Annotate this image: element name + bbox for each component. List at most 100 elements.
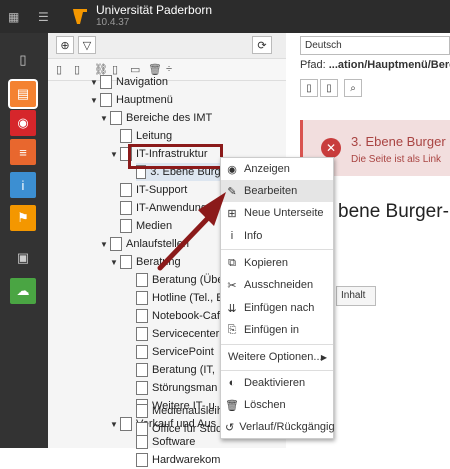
page-tree-icon — [110, 237, 122, 251]
info-icon[interactable]: i — [10, 172, 36, 198]
tree-node[interactable]: ServicePoint — [136, 343, 214, 361]
site-name: Universität Paderborn — [96, 3, 213, 17]
alert-text: Die Seite ist als Link — [351, 154, 442, 165]
tree-node-label: Hardwarekom — [152, 454, 221, 466]
tree-node[interactable]: ▼ Bereiche des IMT — [100, 109, 212, 127]
page-icon[interactable]: ▯ — [10, 47, 36, 73]
selection-highlight-box — [128, 144, 223, 169]
tree-node-label: ServicePoint — [152, 346, 214, 358]
path-value[interactable]: ...ation/Hauptmenü/Bere — [329, 59, 450, 71]
tree-node[interactable]: Servicecenter — [136, 325, 219, 343]
tree-node[interactable]: ▼ Hauptmenü — [90, 91, 173, 109]
tree-node[interactable]: Hardwarekom — [136, 451, 220, 469]
view-page-icon[interactable]: ▯ — [300, 79, 318, 97]
collapse-arrow-icon[interactable]: ▼ — [110, 420, 120, 429]
menu-item-bearbeiten[interactable]: ✎ Bearbeiten — [221, 180, 333, 202]
page-tree-icon — [120, 129, 132, 143]
menu-item-label: Kopieren — [244, 257, 289, 269]
module-list-icon[interactable]: ☰ — [38, 10, 49, 24]
page-tree-icon — [136, 291, 148, 305]
page-tree-icon — [120, 219, 132, 233]
tree-node[interactable]: Hotline (Tel., E — [136, 289, 224, 307]
menu-item-einfuegen-in[interactable]: ⎘ Einfügen in — [221, 319, 333, 341]
menu-item-weitere-optionen[interactable]: Weitere Optionen... ▶ — [221, 346, 333, 368]
menu-item-verlauf[interactable]: ↺ Verlauf/Rückgängig — [221, 416, 335, 438]
tree-node[interactable]: Störungsman — [136, 379, 217, 397]
page-tree-icon — [120, 201, 132, 215]
page-copy-drag-icon[interactable]: ▯ — [74, 63, 80, 76]
tree-node[interactable]: Medienausleih — [136, 402, 223, 420]
page-tree-icon — [100, 93, 112, 107]
menu-item-label: Löschen — [244, 399, 286, 411]
tree-node-label: Medien — [136, 220, 173, 232]
version-label: 10.4.37 — [96, 17, 130, 28]
apps-grid-icon[interactable]: ▦ — [8, 10, 19, 24]
language-select[interactable]: Deutsch — [300, 36, 450, 55]
menu-item-info[interactable]: i Info — [221, 225, 333, 247]
page-heading: bene Burger-M — [338, 201, 450, 222]
tree-node-label: Bereiche des IMT — [126, 112, 213, 124]
menu-item-anzeigen[interactable]: ◉ Anzeigen — [221, 158, 333, 180]
page-module-icon[interactable]: ▤ — [10, 81, 36, 107]
menu-item-loeschen[interactable]: 🗑 Löschen — [221, 394, 333, 416]
menu-item-label: Info — [244, 230, 263, 242]
view-eye-icon[interactable]: ◉ — [10, 110, 36, 136]
page-drag-icon[interactable]: ▯ — [56, 63, 62, 76]
tree-node[interactable]: Notebook-Caf — [136, 307, 220, 325]
page-tree-icon — [136, 309, 148, 323]
menu-item-label: Neue Unterseite — [244, 207, 324, 219]
menu-item-label: Einfügen nach — [244, 302, 315, 314]
tree-node-label: Beratung (Über — [152, 274, 228, 286]
menu-item-kopieren[interactable]: ⧉ Kopieren — [221, 252, 333, 274]
copy-icon: ⧉ — [228, 256, 236, 269]
extension-icon[interactable]: ☁ — [10, 278, 36, 304]
menu-item-label: Ausschneiden — [244, 279, 314, 291]
typo3-icon[interactable]: ⚑ — [10, 205, 36, 231]
search-icon[interactable]: ⌕ — [344, 79, 362, 97]
tree-node-label: Medienausleih — [152, 405, 223, 417]
image-icon[interactable]: ▣ — [10, 245, 36, 271]
new-page-icon: ⊞ — [227, 207, 237, 220]
tree-node[interactable]: Leitung — [120, 127, 172, 145]
menu-item-label: Anzeigen — [244, 163, 290, 175]
tree-node[interactable]: IT-Anwendungen — [120, 199, 219, 217]
refresh-tree-button[interactable]: ⟳ — [252, 36, 272, 54]
tree-node[interactable]: ▼ Navigation — [90, 73, 168, 91]
info-icon: i — [230, 230, 234, 242]
page-tree-icon — [136, 422, 148, 436]
tree-node-label: Hauptmenü — [116, 94, 173, 106]
tree-node[interactable]: Beratung (IT, — [136, 361, 215, 379]
menu-item-einfuegen-nach[interactable]: ⇊ Einfügen nach — [221, 297, 333, 319]
menu-item-neue-unterseite[interactable]: ⊞ Neue Unterseite — [221, 202, 333, 224]
submenu-caret-icon: ▶ — [320, 352, 327, 362]
collapse-arrow-icon[interactable]: ▼ — [110, 258, 120, 267]
menu-separator — [221, 344, 333, 345]
tree-node[interactable]: Medien — [120, 217, 172, 235]
tree-node-label: Beratung (IT, — [152, 364, 215, 376]
tree-node[interactable]: IT-Support — [120, 181, 187, 199]
tree-node[interactable]: ▼ Anlaufstellen — [100, 235, 189, 253]
menu-item-ausschneiden[interactable]: ✂ Ausschneiden — [221, 274, 333, 296]
collapse-arrow-icon[interactable]: ▼ — [90, 78, 100, 87]
collapse-arrow-icon[interactable]: ▼ — [110, 150, 120, 159]
menu-item-deaktivieren[interactable]: ◐ Deaktivieren — [221, 372, 333, 394]
list-icon[interactable]: ≡ — [10, 139, 36, 165]
collapse-arrow-icon[interactable]: ▼ — [100, 114, 110, 123]
context-menu: ◉ Anzeigen ✎ Bearbeiten ⊞ Neue Unterseit… — [220, 157, 335, 439]
cut-icon: ✂ — [227, 279, 237, 292]
collapse-arrow-icon[interactable]: ▼ — [90, 96, 100, 105]
tree-node[interactable]: Beratung (Über — [136, 271, 227, 289]
new-page-toolbar-button[interactable]: ⊕ — [56, 36, 74, 54]
menu-item-label: Verlauf/Rückgängig — [239, 421, 335, 433]
tree-node[interactable]: ▼ Beratung — [110, 253, 181, 271]
page-tree-icon — [136, 381, 148, 395]
tree-node-label: Störungsman — [152, 382, 218, 394]
tree-node-label: Anlaufstellen — [126, 238, 189, 250]
content-button[interactable]: Inhalt — [336, 286, 376, 306]
top-bar: ▦ ☰ Universität Paderborn 10.4.37 — [0, 0, 450, 33]
alert-title: 3. Ebene Burger — [351, 134, 446, 149]
collapse-arrow-icon[interactable]: ▼ — [100, 240, 110, 249]
edit-page-icon[interactable]: ▯ — [320, 79, 338, 97]
menu-item-label: Bearbeiten — [244, 185, 298, 197]
filter-icon[interactable]: ▽ — [78, 36, 96, 54]
